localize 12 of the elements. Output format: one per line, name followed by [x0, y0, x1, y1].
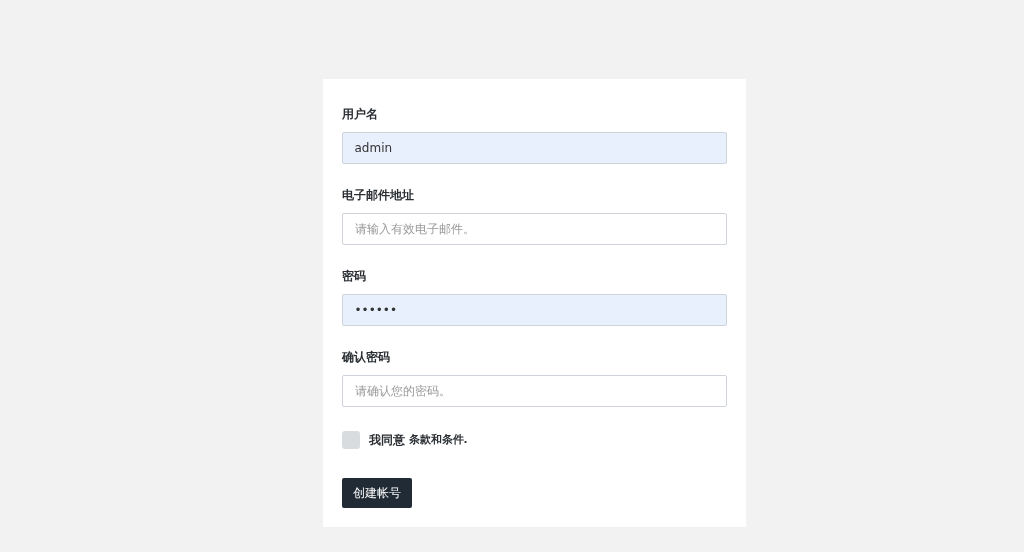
- checkbox[interactable]: [341, 431, 360, 449]
- field-label: 用户名: [341, 106, 379, 123]
- field-label: 电子邮件地址: [341, 187, 415, 204]
- input-field[interactable]: admin: [341, 132, 727, 164]
- terms-link[interactable]: 条款和条件.: [408, 433, 468, 447]
- field-label: 密码: [341, 268, 367, 285]
- input-field[interactable]: 请确认您的密码。: [341, 375, 727, 407]
- input-field[interactable]: 请输入有效电子邮件。: [341, 213, 727, 245]
- checkbox-label: 我同意: [368, 431, 405, 449]
- create-account-button[interactable]: 创建帐号: [341, 478, 412, 508]
- field-label: 确认密码: [341, 349, 391, 366]
- input-field[interactable]: ••••••: [341, 294, 727, 326]
